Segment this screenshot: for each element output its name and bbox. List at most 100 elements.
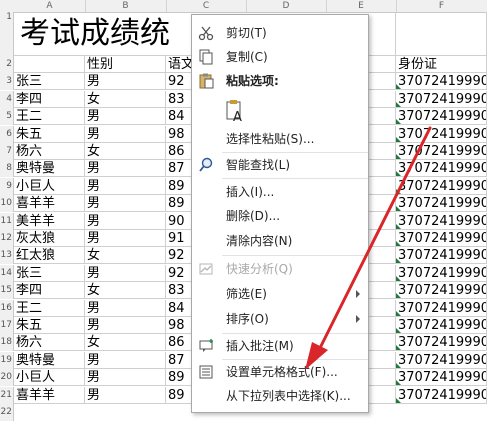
table-cell[interactable]: 37072419990	[396, 247, 487, 265]
row-header[interactable]: 13	[0, 247, 14, 265]
table-cell[interactable]: 37072419990	[396, 143, 487, 160]
row-header[interactable]: 7	[0, 143, 14, 160]
table-cell[interactable]: 杨六	[14, 334, 85, 352]
row-header[interactable]: 5	[0, 108, 14, 126]
table-cell[interactable]: 李四	[14, 282, 85, 300]
table-cell[interactable]: 朱五	[14, 125, 85, 143]
menu-item-filter[interactable]: 筛选(E)	[192, 283, 368, 305]
row-header[interactable]: 4	[0, 90, 14, 108]
table-cell[interactable]: 37072419990	[396, 195, 487, 213]
row-header[interactable]: 9	[0, 177, 14, 195]
table-cell[interactable]: 37072419990	[396, 351, 487, 369]
table-cell[interactable]: 37072419990	[396, 369, 487, 387]
table-cell[interactable]: 王二	[14, 108, 85, 126]
table-cell[interactable]: 红太狼	[14, 247, 85, 265]
table-cell[interactable]	[369, 12, 396, 56]
table-cell[interactable]: 女	[85, 247, 166, 265]
table-cell[interactable]: 男	[85, 125, 166, 143]
column-header-b[interactable]: B	[85, 0, 167, 12]
table-cell[interactable]: 男	[85, 73, 166, 91]
table-cell[interactable]: 杨六	[14, 143, 85, 160]
table-cell[interactable]: 37072419990	[396, 108, 487, 126]
table-cell[interactable]: 男	[85, 351, 166, 369]
table-cell[interactable]: 37072419990	[396, 334, 487, 352]
table-cell[interactable]: 37072419990	[396, 177, 487, 195]
table-cell[interactable]: 37072419990	[396, 160, 487, 178]
row-header[interactable]: 12	[0, 230, 14, 247]
table-cell[interactable]: 奥特曼	[14, 351, 85, 369]
table-cell[interactable]: 男	[85, 177, 166, 195]
header-cell-id[interactable]: 身份证	[396, 56, 487, 73]
table-cell[interactable]: 女	[85, 90, 166, 108]
table-cell[interactable]: 37072419990	[396, 125, 487, 143]
row-header[interactable]: 14	[0, 264, 14, 282]
table-cell[interactable]: 男	[85, 317, 166, 334]
table-cell[interactable]: 张三	[14, 73, 85, 91]
row-header[interactable]: 10	[0, 195, 14, 213]
table-cell[interactable]: 男	[85, 195, 166, 213]
menu-item-smart-lookup[interactable]: 智能查找(L)	[192, 154, 368, 176]
row-header[interactable]: 2	[0, 56, 14, 73]
menu-item-clear-contents[interactable]: 清除内容(N)	[192, 230, 368, 252]
table-cell[interactable]: 女	[85, 282, 166, 300]
table-cell[interactable]: 男	[85, 212, 166, 230]
table-cell[interactable]: 男	[85, 299, 166, 317]
row-header[interactable]: 1	[0, 12, 14, 56]
table-cell[interactable]: 奥特曼	[14, 160, 85, 178]
table-cell[interactable]	[396, 12, 487, 56]
table-cell[interactable]: 张三	[14, 264, 85, 282]
menu-item-cut[interactable]: 剪切(T)	[192, 22, 368, 44]
menu-item-delete[interactable]: 删除(D)...	[192, 205, 368, 227]
row-header[interactable]: 11	[0, 212, 14, 230]
table-cell[interactable]: 37072419990	[396, 317, 487, 334]
row-header[interactable]: 15	[0, 282, 14, 300]
table-cell[interactable]: 喜羊羊	[14, 195, 85, 213]
table-cell[interactable]: 王二	[14, 299, 85, 317]
table-cell[interactable]: 37072419990	[396, 230, 487, 247]
column-header-a[interactable]: A	[14, 0, 86, 12]
column-header-d[interactable]: D	[246, 0, 327, 12]
table-cell[interactable]: 美羊羊	[14, 212, 85, 230]
menu-item-insert-comment[interactable]: 插入批注(M)	[192, 335, 368, 357]
row-header[interactable]: 6	[0, 125, 14, 143]
row-header[interactable]: 8	[0, 160, 14, 178]
row-header[interactable]: 3	[0, 73, 14, 91]
table-cell[interactable]: 37072419990	[396, 282, 487, 300]
table-cell[interactable]: 李四	[14, 90, 85, 108]
table-cell[interactable]: 男	[85, 369, 166, 387]
table-cell[interactable]: 男	[85, 160, 166, 178]
table-cell[interactable]: 男	[85, 108, 166, 126]
menu-item-sort[interactable]: 排序(O)	[192, 308, 368, 330]
table-cell[interactable]: 女	[85, 334, 166, 352]
menu-item-quick-analysis[interactable]: 快速分析(Q)	[192, 258, 368, 280]
table-cell[interactable]: 37072419990	[396, 212, 487, 230]
menu-item-paste-special[interactable]: 选择性粘贴(S)...	[192, 128, 368, 150]
row-header[interactable]: 16	[0, 299, 14, 317]
header-cell-gender[interactable]: 性别	[85, 56, 166, 73]
column-header-c[interactable]: C	[166, 0, 247, 12]
table-cell[interactable]: 男	[85, 386, 166, 404]
menu-item-pick-from-list[interactable]: 从下拉列表中选择(K)...	[192, 385, 368, 407]
table-cell[interactable]: 37072419990	[396, 386, 487, 404]
table-cell[interactable]: 喜羊羊	[14, 386, 85, 404]
table-cell[interactable]: 小巨人	[14, 369, 85, 387]
menu-item-format-cells[interactable]: 设置单元格格式(F)...	[192, 361, 368, 383]
table-cell[interactable]: 女	[85, 143, 166, 160]
table-cell[interactable]: 37072419990	[396, 264, 487, 282]
row-header[interactable]: 19	[0, 351, 14, 369]
column-header-e[interactable]: E	[326, 0, 397, 12]
table-cell[interactable]: 灰太狼	[14, 230, 85, 247]
paste-option-button[interactable]: A	[192, 95, 368, 125]
table-cell[interactable]: 37072419990	[396, 90, 487, 108]
menu-item-insert[interactable]: 插入(I)...	[192, 181, 368, 203]
table-cell[interactable]: 朱五	[14, 317, 85, 334]
table-cell[interactable]	[14, 56, 85, 73]
table-cell[interactable]: 37072419990	[396, 299, 487, 317]
table-cell[interactable]: 小巨人	[14, 177, 85, 195]
row-header[interactable]: 18	[0, 334, 14, 352]
row-header[interactable]: 20	[0, 369, 14, 387]
menu-item-copy[interactable]: 复制(C)	[192, 46, 368, 68]
table-cell[interactable]: 37072419990	[396, 73, 487, 91]
row-header[interactable]: 21	[0, 386, 14, 404]
column-header-f[interactable]: F	[396, 0, 487, 12]
